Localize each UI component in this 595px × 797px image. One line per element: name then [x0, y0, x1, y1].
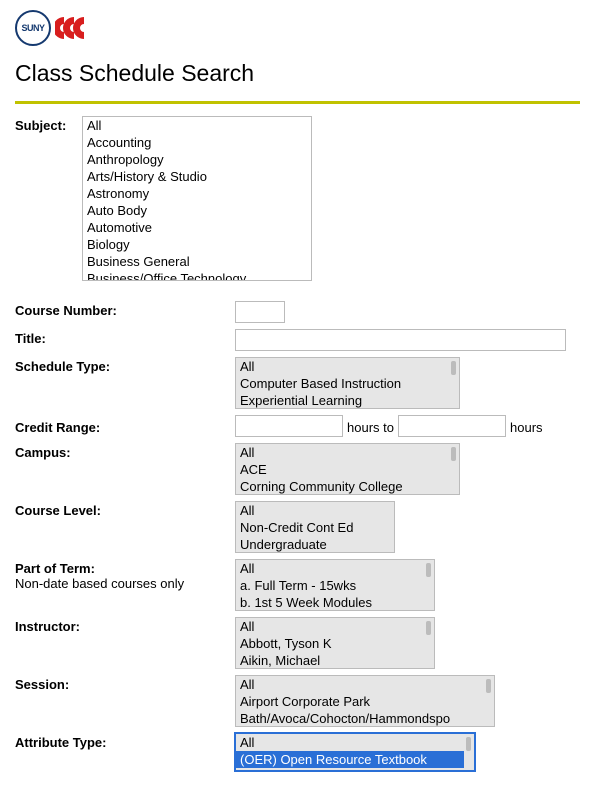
logo-row: SUNY — [15, 10, 580, 46]
course-number-label: Course Number: — [15, 301, 235, 318]
ccc-logo — [55, 17, 85, 39]
row-course-level: Course Level: All Non-Credit Cont Ed Und… — [15, 501, 580, 553]
subject-option[interactable]: Arts/History & Studio — [83, 168, 311, 185]
title-label: Title: — [15, 329, 235, 346]
attribute-type-label: Attribute Type: — [15, 733, 235, 750]
session-label: Session: — [15, 675, 235, 692]
course-level-option[interactable]: Undergraduate — [236, 536, 394, 553]
subject-option[interactable]: Astronomy — [83, 185, 311, 202]
session-option[interactable]: Bath/Avoca/Cohocton/Hammondspo — [236, 710, 484, 727]
row-attribute-type: Attribute Type: All (OER) Open Resource … — [15, 733, 580, 771]
page: SUNY Class Schedule Search Subject: All … — [0, 0, 595, 785]
course-level-option[interactable]: Non-Credit Cont Ed — [236, 519, 394, 536]
row-title: Title: — [15, 329, 580, 351]
row-credit-range: Credit Range: hours to hours — [15, 415, 580, 437]
subject-option[interactable]: Automotive — [83, 219, 311, 236]
attribute-type-option[interactable]: (OER) Open Resource Textbook — [236, 751, 464, 768]
instructor-option[interactable]: Aikin, Michael — [236, 652, 424, 669]
schedule-type-option[interactable]: Experiential Learning — [236, 392, 449, 409]
subject-option[interactable]: Biology — [83, 236, 311, 253]
instructor-option[interactable]: All — [236, 618, 424, 635]
row-instructor: Instructor: All Abbott, Tyson K Aikin, M… — [15, 617, 580, 669]
campus-option[interactable]: ACE — [236, 461, 449, 478]
subject-option[interactable]: Business/Office Technology — [83, 270, 311, 281]
course-level-label: Course Level: — [15, 501, 235, 518]
subject-option[interactable]: All — [83, 117, 311, 134]
credit-range-label: Credit Range: — [15, 418, 235, 435]
session-select[interactable]: All Airport Corporate Park Bath/Avoca/Co… — [235, 675, 495, 727]
subject-label: Subject: — [15, 116, 82, 133]
hours-label: hours — [510, 417, 543, 435]
subject-option[interactable]: Business General — [83, 253, 311, 270]
row-schedule-type: Schedule Type: All Computer Based Instru… — [15, 357, 580, 409]
row-subject: Subject: All Accounting Anthropology Art… — [15, 116, 580, 281]
part-of-term-select[interactable]: All a. Full Term - 15wks b. 1st 5 Week M… — [235, 559, 435, 611]
row-campus: Campus: All ACE Corning Community Colleg… — [15, 443, 580, 495]
attribute-type-option[interactable]: All — [236, 734, 464, 751]
credit-low-input[interactable] — [235, 415, 343, 437]
part-of-term-option[interactable]: a. Full Term - 15wks — [236, 577, 424, 594]
schedule-type-option[interactable]: Computer Based Instruction — [236, 375, 449, 392]
schedule-type-label: Schedule Type: — [15, 357, 235, 374]
instructor-select[interactable]: All Abbott, Tyson K Aikin, Michael — [235, 617, 435, 669]
attribute-type-select[interactable]: All (OER) Open Resource Textbook — [235, 733, 475, 771]
row-session: Session: All Airport Corporate Park Bath… — [15, 675, 580, 727]
row-course-number: Course Number: — [15, 301, 580, 323]
part-of-term-subnote: Non-date based courses only — [15, 576, 235, 591]
hours-to-label: hours to — [347, 417, 394, 435]
title-input[interactable] — [235, 329, 566, 351]
row-part-of-term: Part of Term: Non-date based courses onl… — [15, 559, 580, 611]
suny-logo: SUNY — [15, 10, 51, 46]
session-option[interactable]: Airport Corporate Park — [236, 693, 484, 710]
subject-select[interactable]: All Accounting Anthropology Arts/History… — [82, 116, 312, 281]
course-level-select[interactable]: All Non-Credit Cont Ed Undergraduate — [235, 501, 395, 553]
part-of-term-option[interactable]: b. 1st 5 Week Modules — [236, 594, 424, 611]
campus-select[interactable]: All ACE Corning Community College — [235, 443, 460, 495]
session-option[interactable]: All — [236, 676, 484, 693]
page-title: Class Schedule Search — [15, 60, 580, 87]
schedule-type-select[interactable]: All Computer Based Instruction Experient… — [235, 357, 460, 409]
subject-option[interactable]: Anthropology — [83, 151, 311, 168]
part-of-term-option[interactable]: All — [236, 560, 424, 577]
schedule-type-option[interactable]: All — [236, 358, 449, 375]
part-of-term-label: Part of Term: Non-date based courses onl… — [15, 559, 235, 591]
course-level-option[interactable]: All — [236, 502, 394, 519]
course-number-input[interactable] — [235, 301, 285, 323]
subject-option[interactable]: Accounting — [83, 134, 311, 151]
yellow-divider — [15, 101, 580, 104]
campus-option[interactable]: All — [236, 444, 449, 461]
instructor-option[interactable]: Abbott, Tyson K — [236, 635, 424, 652]
instructor-label: Instructor: — [15, 617, 235, 634]
campus-label: Campus: — [15, 443, 235, 460]
subject-option[interactable]: Auto Body — [83, 202, 311, 219]
campus-option[interactable]: Corning Community College — [236, 478, 449, 495]
credit-high-input[interactable] — [398, 415, 506, 437]
